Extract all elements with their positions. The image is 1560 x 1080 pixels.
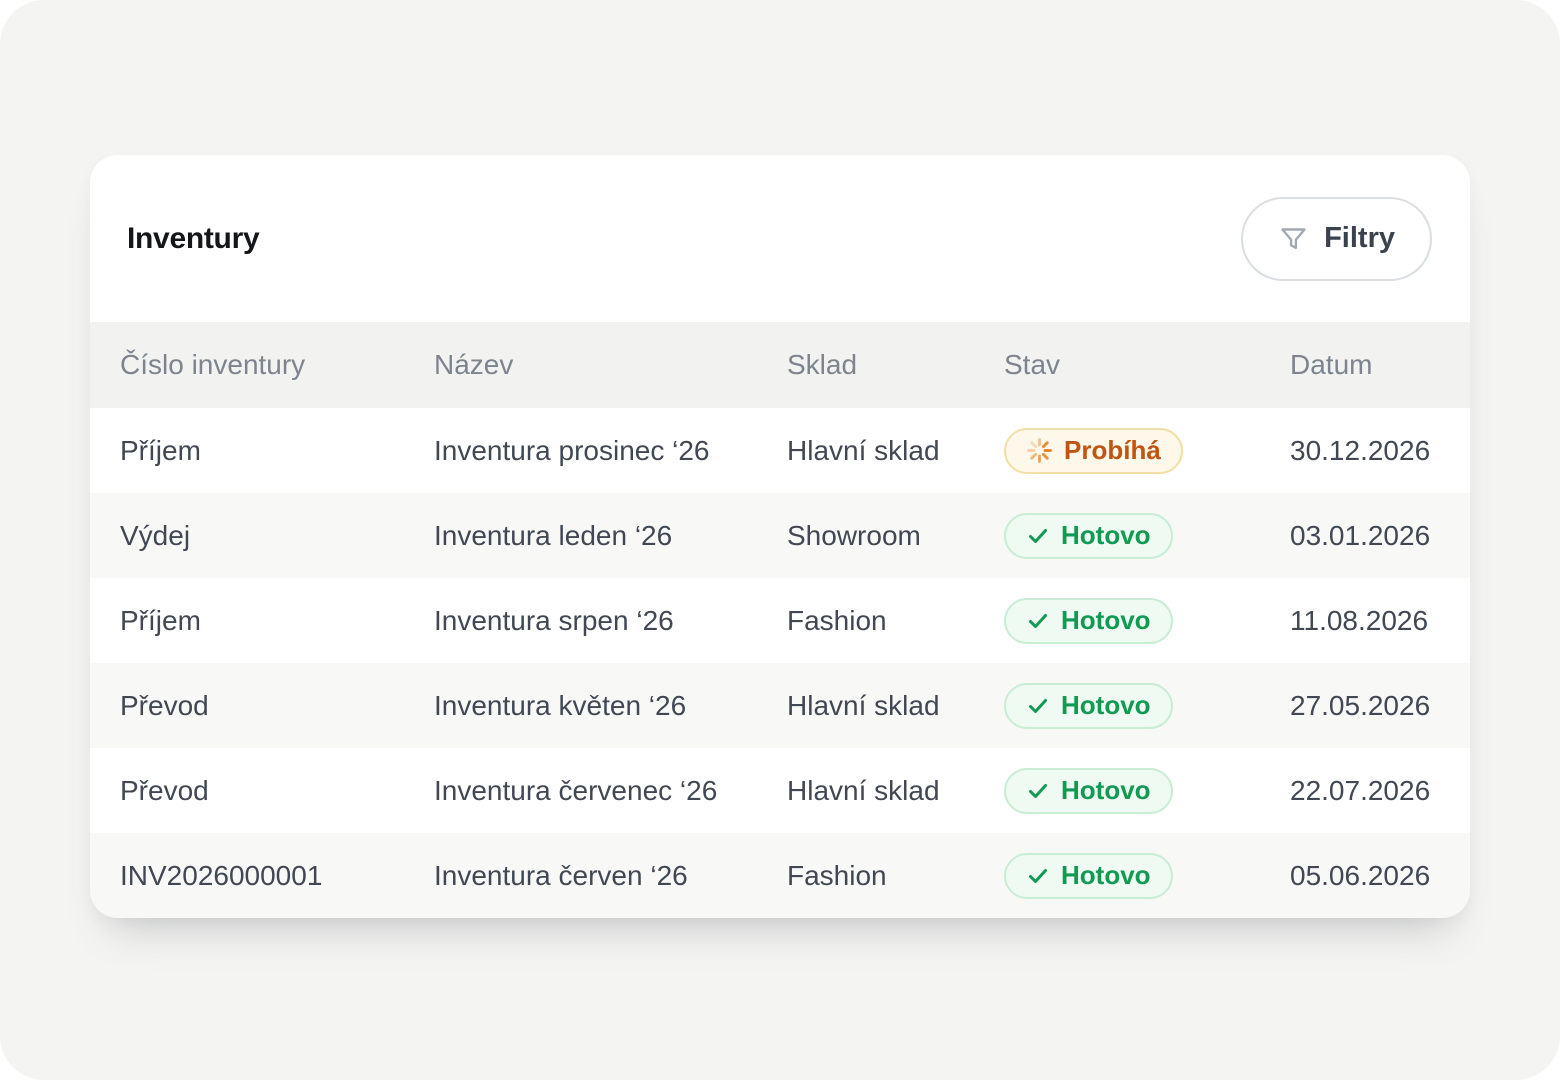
inventory-card: Inventury Filtry Číslo inventury Název S…	[90, 155, 1470, 918]
page-title: Inventury	[127, 222, 259, 256]
status-badge: Probíhá	[1004, 428, 1183, 474]
cell-date: 30.12.2026	[1290, 435, 1470, 467]
cell-status: Hotovo	[1004, 683, 1290, 729]
spinner-icon	[1026, 437, 1053, 464]
cell-warehouse: Fashion	[787, 860, 1004, 892]
cell-status: Hotovo	[1004, 598, 1290, 644]
column-header-date: Datum	[1290, 349, 1470, 381]
table-row[interactable]: Výdej Inventura leden ‘26 Showroom Hotov…	[90, 493, 1470, 578]
cell-name: Inventura leden ‘26	[434, 520, 787, 552]
check-icon	[1026, 694, 1050, 718]
status-badge: Hotovo	[1004, 768, 1173, 814]
cell-date: 11.08.2026	[1290, 605, 1470, 637]
cell-warehouse: Hlavní sklad	[787, 435, 1004, 467]
cell-warehouse: Fashion	[787, 605, 1004, 637]
table-header-row: Číslo inventury Název Sklad Stav Datum	[90, 322, 1470, 408]
cell-number: Výdej	[120, 520, 434, 552]
cell-number: Příjem	[120, 605, 434, 637]
cell-status: Hotovo	[1004, 513, 1290, 559]
cell-number: Příjem	[120, 435, 434, 467]
check-icon	[1026, 609, 1050, 633]
table-row[interactable]: Převod Inventura květen ‘26 Hlavní sklad…	[90, 663, 1470, 748]
table-row[interactable]: INV2026000001 Inventura červen ‘26 Fashi…	[90, 833, 1470, 918]
table-row[interactable]: Převod Inventura červenec ‘26 Hlavní skl…	[90, 748, 1470, 833]
column-header-status: Stav	[1004, 349, 1290, 381]
status-badge: Hotovo	[1004, 853, 1173, 899]
cell-status: Hotovo	[1004, 853, 1290, 899]
cell-name: Inventura květen ‘26	[434, 690, 787, 722]
status-badge-label: Hotovo	[1061, 860, 1151, 891]
column-header-name: Název	[434, 349, 787, 381]
cell-name: Inventura prosinec ‘26	[434, 435, 787, 467]
cell-warehouse: Hlavní sklad	[787, 690, 1004, 722]
status-badge-label: Hotovo	[1061, 690, 1151, 721]
status-badge: Hotovo	[1004, 598, 1173, 644]
filters-button-label: Filtry	[1324, 222, 1395, 255]
column-header-warehouse: Sklad	[787, 349, 1004, 381]
status-badge-label: Hotovo	[1061, 605, 1151, 636]
table-row[interactable]: Příjem Inventura prosinec ‘26 Hlavní skl…	[90, 408, 1470, 493]
cell-number: INV2026000001	[120, 860, 434, 892]
card-header: Inventury Filtry	[90, 155, 1470, 322]
check-icon	[1026, 524, 1050, 548]
cell-status: Probíhá	[1004, 428, 1290, 474]
cell-name: Inventura červenec ‘26	[434, 775, 787, 807]
cell-number: Převod	[120, 690, 434, 722]
status-badge-label: Hotovo	[1061, 775, 1151, 806]
cell-warehouse: Hlavní sklad	[787, 775, 1004, 807]
app-background: Inventury Filtry Číslo inventury Název S…	[0, 0, 1560, 1080]
cell-number: Převod	[120, 775, 434, 807]
cell-warehouse: Showroom	[787, 520, 1004, 552]
status-badge-label: Probíhá	[1064, 435, 1161, 466]
cell-name: Inventura srpen ‘26	[434, 605, 787, 637]
check-icon	[1026, 779, 1050, 803]
column-header-number: Číslo inventury	[120, 349, 434, 381]
filters-button[interactable]: Filtry	[1241, 197, 1432, 281]
cell-status: Hotovo	[1004, 768, 1290, 814]
cell-name: Inventura červen ‘26	[434, 860, 787, 892]
cell-date: 03.01.2026	[1290, 520, 1470, 552]
cell-date: 05.06.2026	[1290, 860, 1470, 892]
status-badge: Hotovo	[1004, 513, 1173, 559]
table-row[interactable]: Příjem Inventura srpen ‘26 Fashion Hotov…	[90, 578, 1470, 663]
status-badge: Hotovo	[1004, 683, 1173, 729]
status-badge-label: Hotovo	[1061, 520, 1151, 551]
cell-date: 27.05.2026	[1290, 690, 1470, 722]
cell-date: 22.07.2026	[1290, 775, 1470, 807]
funnel-icon	[1278, 223, 1309, 254]
check-icon	[1026, 864, 1050, 888]
